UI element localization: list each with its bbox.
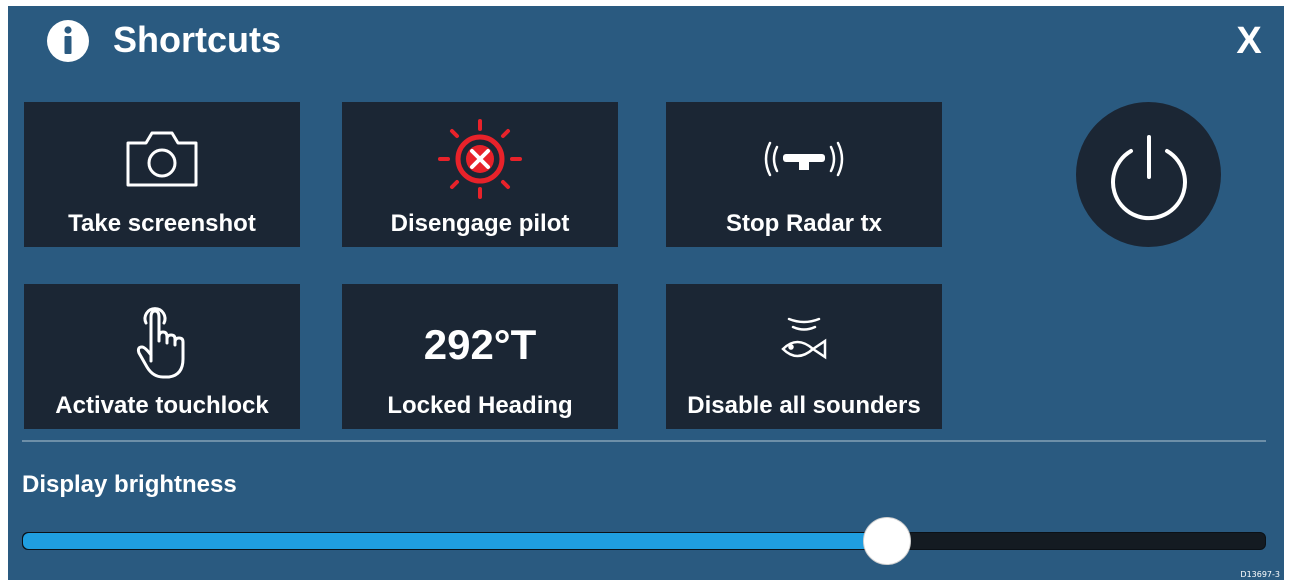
power-button[interactable] (1076, 102, 1221, 247)
take-screenshot-button[interactable]: Take screenshot (24, 102, 300, 247)
tile-label: Disable all sounders (687, 392, 921, 419)
page-title: Shortcuts (113, 19, 282, 60)
camera-icon (24, 124, 300, 194)
tile-label: Take screenshot (68, 210, 256, 237)
tile-label: Locked Heading (387, 392, 573, 419)
divider (22, 440, 1266, 442)
touch-hand-icon (24, 306, 300, 379)
disengage-pilot-button[interactable]: Disengage pilot (342, 102, 618, 247)
tile-label: Stop Radar tx (725, 210, 883, 237)
tile-label: Activate touchlock (55, 392, 269, 419)
tile-label: Disengage pilot (390, 210, 570, 237)
heading-value: 292°T (423, 321, 537, 368)
radar-icon (666, 124, 942, 194)
brightness-slider-fill (23, 533, 887, 549)
info-icon (47, 20, 89, 62)
reference-code: D13697-3 (1240, 570, 1280, 579)
fish-sonar-icon (666, 306, 942, 376)
brightness-label: Display brightness (22, 471, 237, 498)
brightness-slider[interactable] (22, 517, 1266, 565)
header: Shortcuts X (8, 6, 1284, 78)
shortcuts-panel: Shortcuts X Take screenshot Disengage pi… (8, 6, 1284, 580)
stop-radar-button[interactable]: Stop Radar tx (666, 102, 942, 247)
power-icon (1110, 134, 1187, 220)
disable-sounders-button[interactable]: Disable all sounders (666, 284, 942, 429)
locked-heading-button[interactable]: 292°T Locked Heading (342, 284, 618, 429)
close-button[interactable]: X (1228, 20, 1270, 62)
brightness-slider-thumb[interactable] (863, 517, 912, 565)
disengage-pilot-icon (342, 119, 618, 199)
activate-touchlock-button[interactable]: Activate touchlock (24, 284, 300, 429)
